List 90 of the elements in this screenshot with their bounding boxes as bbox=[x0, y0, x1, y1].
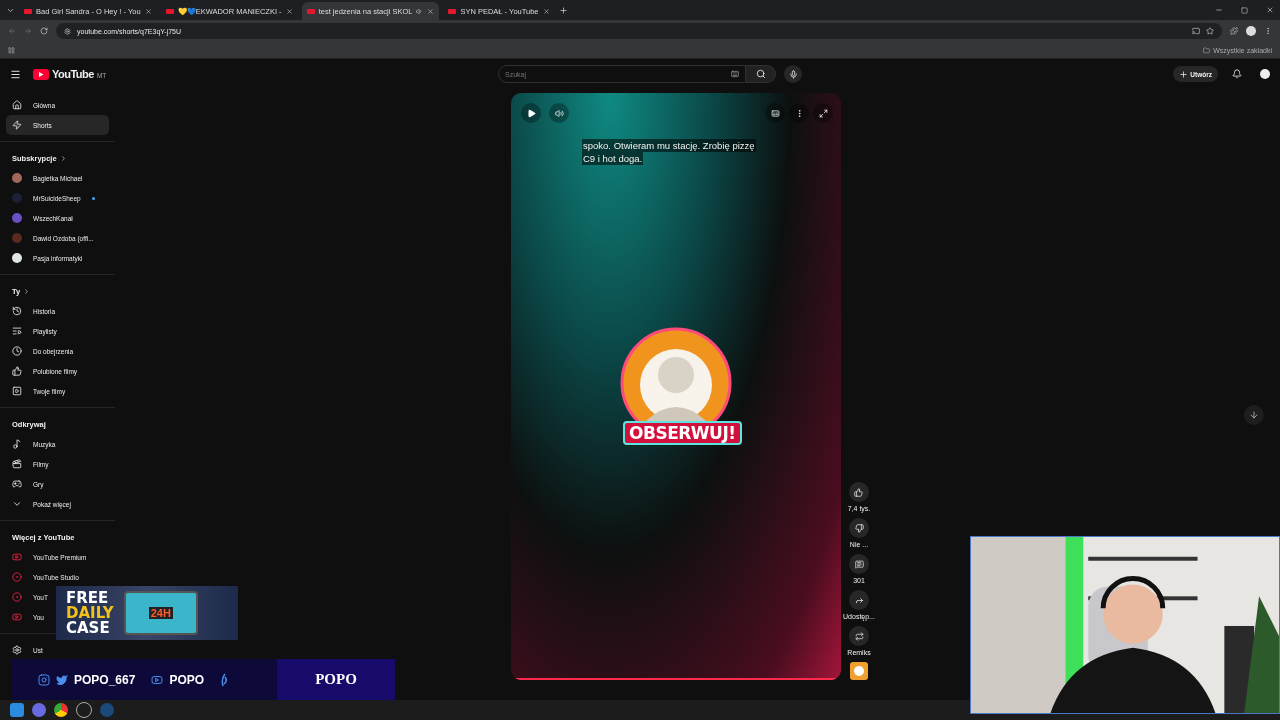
nav-icon bbox=[12, 366, 22, 376]
apps-icon[interactable] bbox=[8, 46, 15, 54]
banner-text: DAILY bbox=[66, 605, 114, 621]
channel-name: POPO bbox=[169, 672, 205, 687]
remix-button[interactable] bbox=[849, 626, 869, 646]
folder-icon bbox=[1203, 46, 1211, 54]
youtube-favicon bbox=[306, 8, 315, 14]
case-timer: 24H bbox=[148, 607, 173, 619]
play-icon bbox=[526, 108, 536, 118]
nav-icon bbox=[12, 479, 22, 489]
circle-icon bbox=[853, 665, 865, 677]
account-avatar[interactable] bbox=[1260, 69, 1270, 79]
brand-name: POPO bbox=[315, 671, 357, 688]
action-icon bbox=[854, 559, 864, 569]
youtube-favicon bbox=[24, 8, 32, 14]
youtube-icon bbox=[151, 673, 164, 686]
nav-icon bbox=[12, 120, 22, 130]
search-icon bbox=[755, 69, 766, 79]
nav-icon bbox=[12, 386, 22, 396]
nav-icon bbox=[12, 572, 22, 582]
profile-avatar[interactable] bbox=[1246, 26, 1256, 36]
nav-icon bbox=[12, 326, 22, 336]
youtube-favicon bbox=[448, 8, 457, 14]
reload-icon[interactable] bbox=[40, 27, 48, 35]
instagram-icon bbox=[38, 673, 50, 686]
close-icon[interactable] bbox=[285, 7, 293, 15]
start-icon[interactable] bbox=[10, 703, 24, 717]
nav-icon bbox=[12, 346, 22, 356]
play-button[interactable] bbox=[521, 103, 541, 123]
search-button[interactable] bbox=[746, 65, 776, 83]
nav-icon bbox=[12, 306, 22, 316]
nav-icon bbox=[12, 552, 22, 562]
menu-icon[interactable] bbox=[10, 68, 21, 80]
banner-text: FREE bbox=[66, 590, 109, 606]
new-tab-icon[interactable] bbox=[558, 5, 568, 15]
daily-case-banner[interactable]: FREE DAILY CASE 24H bbox=[56, 586, 238, 640]
arrow-down-icon bbox=[1249, 410, 1259, 420]
chat-app-icon[interactable] bbox=[32, 703, 46, 717]
banner-text: CASE bbox=[66, 620, 111, 636]
close-icon[interactable] bbox=[427, 7, 435, 15]
logo-text[interactable]: YouTube bbox=[52, 68, 94, 80]
youtube-favicon bbox=[165, 8, 174, 14]
action-icon bbox=[854, 595, 864, 605]
close-icon[interactable] bbox=[542, 7, 550, 15]
minimize-icon[interactable] bbox=[1215, 6, 1223, 14]
install-icon[interactable] bbox=[1192, 27, 1200, 35]
social-handle: POPO_667 bbox=[74, 672, 136, 687]
nav-icon bbox=[12, 592, 22, 602]
notifications-icon[interactable] bbox=[1232, 69, 1242, 79]
action-icon bbox=[854, 523, 864, 533]
short-video[interactable]: spoko. Otwieram mu stację. Zrobię pizzę C9 i hot doga. OBSERWUJ! bbox=[511, 93, 841, 680]
nav-icon bbox=[12, 612, 22, 622]
nav-icon bbox=[12, 645, 22, 655]
volume-icon bbox=[554, 108, 564, 118]
close-icon[interactable] bbox=[144, 7, 152, 15]
audio-icon[interactable] bbox=[416, 7, 424, 15]
next-video-button[interactable] bbox=[1244, 405, 1264, 425]
dislike-button[interactable] bbox=[849, 518, 869, 538]
microphone-icon bbox=[788, 69, 798, 79]
nav-icon bbox=[12, 100, 22, 110]
maximize-icon[interactable] bbox=[1241, 6, 1248, 14]
figure-icon bbox=[220, 672, 229, 687]
captions-icon bbox=[770, 108, 780, 118]
share-button[interactable] bbox=[849, 590, 869, 610]
volume-button[interactable] bbox=[549, 103, 569, 123]
bookmark-star-icon[interactable] bbox=[1206, 27, 1214, 35]
nav-icon bbox=[12, 439, 22, 449]
sound-thumbnail-icon[interactable] bbox=[850, 662, 868, 680]
close-icon[interactable] bbox=[1266, 6, 1274, 14]
comments-button[interactable] bbox=[849, 554, 869, 574]
extensions-icon[interactable] bbox=[1230, 27, 1238, 35]
fullscreen-button[interactable] bbox=[813, 103, 833, 123]
keyboard-icon[interactable] bbox=[731, 70, 739, 78]
voice-search-button[interactable] bbox=[784, 65, 802, 83]
action-icon bbox=[854, 631, 864, 641]
captions-button[interactable] bbox=[765, 103, 785, 123]
fullscreen-icon bbox=[818, 108, 828, 118]
plus-icon bbox=[1179, 69, 1189, 79]
chevron-icon bbox=[59, 154, 67, 162]
chevron-icon bbox=[23, 287, 31, 295]
youtube-logo-icon[interactable] bbox=[33, 68, 49, 80]
new-content-dot bbox=[91, 196, 95, 200]
follow-caption: OBSERWUJ! bbox=[623, 421, 742, 445]
browser-icon[interactable] bbox=[54, 703, 68, 717]
like-button[interactable] bbox=[849, 482, 869, 502]
nav-icon bbox=[12, 459, 22, 469]
twitter-icon bbox=[56, 673, 68, 686]
nav-icon bbox=[12, 499, 22, 509]
site-settings-icon bbox=[64, 27, 71, 35]
action-icon bbox=[854, 487, 864, 497]
